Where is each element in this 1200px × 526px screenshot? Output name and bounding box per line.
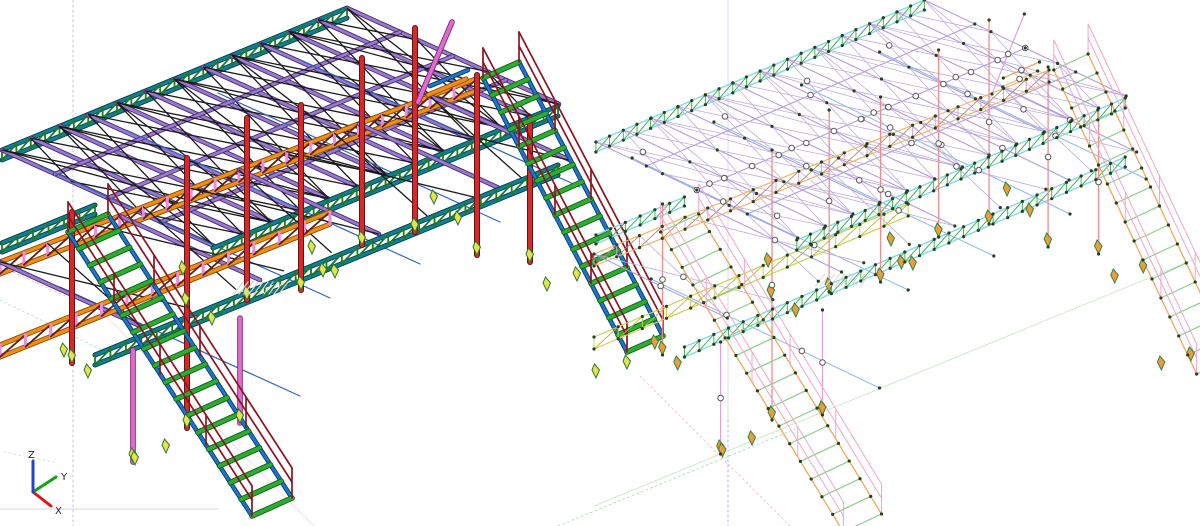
analytical-wireframe-view[interactable]	[592, 0, 1200, 526]
axis-triad: X Y Z	[28, 450, 68, 517]
x-axis	[33, 492, 51, 506]
x-axis-label: X	[55, 506, 62, 517]
viewport-canvas[interactable]: X Y Z	[0, 0, 1200, 526]
solid-member-view[interactable]	[0, 8, 663, 516]
y-axis-label: Y	[60, 472, 68, 483]
z-axis-label: Z	[28, 450, 35, 461]
3d-scene-svg[interactable]: X Y Z	[0, 0, 1200, 526]
y-axis	[33, 477, 56, 492]
